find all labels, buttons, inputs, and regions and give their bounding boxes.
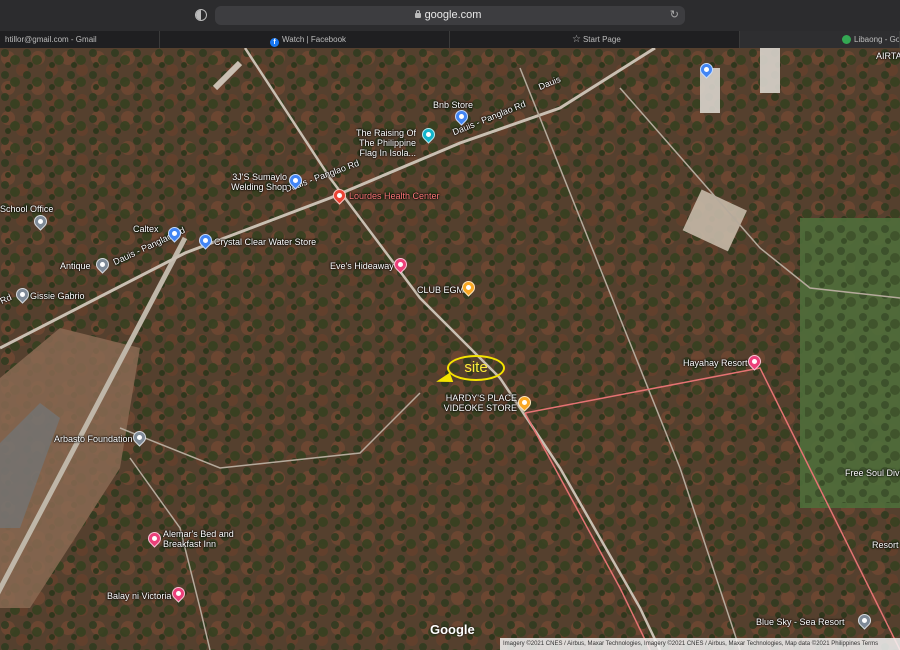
place-label[interactable]: Blue Sky - Sea Resort (756, 617, 845, 627)
url-domain: google.com (424, 9, 482, 21)
place-label[interactable]: CLUB EGM (417, 285, 464, 295)
privacy-shield-icon[interactable] (195, 9, 207, 21)
lock-icon (414, 10, 421, 18)
tab-bar: htillor@gmail.com - Gmail f Watch | Faceb… (0, 31, 900, 48)
star-icon: ☆ (572, 34, 581, 45)
tab-start-page[interactable]: ☆ Start Page (450, 31, 740, 48)
place-label[interactable]: Resort (872, 540, 899, 550)
tab-label: Start Page (582, 35, 621, 44)
facebook-icon: f (270, 38, 279, 47)
place-label[interactable]: Gissie Gabrio (30, 291, 85, 301)
site-callout: site (447, 355, 505, 381)
tab-label: Libaong - Goog (854, 35, 900, 44)
place-label[interactable]: Arbasto Foundation (54, 434, 133, 444)
map-attribution: Imagery ©2021 CNES / Airbus, Maxar Techn… (500, 638, 900, 650)
place-label[interactable]: Crystal Clear Water Store (214, 237, 316, 247)
site-label: site (464, 359, 488, 376)
tab-facebook[interactable]: f Watch | Facebook (160, 31, 450, 48)
place-label[interactable]: Free Soul Divi (845, 468, 900, 478)
reload-icon[interactable]: ↻ (670, 8, 679, 21)
place-label[interactable]: Caltex (133, 224, 159, 234)
place-label[interactable]: The Raising Of The Philippine Flag In Is… (344, 128, 416, 158)
url-text: google.com (215, 9, 685, 21)
satellite-map[interactable]: Dauis Dauis - Panglao Rd Dauis - Panglao… (0, 48, 900, 650)
place-label[interactable]: Antique (60, 261, 91, 271)
tab-gmail[interactable]: htillor@gmail.com - Gmail (0, 31, 160, 48)
place-label[interactable]: Lourdes Health Center (349, 191, 440, 201)
address-bar[interactable]: google.com ↻ (215, 6, 685, 25)
place-label[interactable]: Hayahay Resort (683, 358, 748, 368)
place-label[interactable]: Eve's Hideaway (330, 261, 394, 271)
browser-toolbar: google.com ↻ (0, 0, 900, 31)
tab-label: htillor@gmail.com - Gmail (5, 35, 97, 44)
tab-google-maps[interactable]: Libaong - Goog (740, 31, 900, 48)
place-label[interactable]: AIRTA (876, 51, 900, 61)
google-logo: Google (430, 622, 475, 637)
place-label[interactable]: Balay ni Victoria (107, 591, 171, 601)
google-maps-icon (842, 35, 851, 44)
attribution-text: Imagery ©2021 CNES / Airbus, Maxar Techn… (503, 641, 879, 647)
place-label[interactable]: Bnb Store (433, 100, 473, 110)
place-label[interactable]: School Office (0, 204, 53, 214)
tab-label: Watch | Facebook (282, 35, 347, 44)
place-label[interactable]: 3J'S Sumaylo Welding Shop (229, 172, 287, 192)
place-label[interactable]: Alemar's Bed and Breakfast Inn (163, 529, 238, 549)
map-imagery (0, 48, 900, 650)
place-label[interactable]: HARDY'S PLACE VIDEOKE STORE (432, 393, 517, 413)
